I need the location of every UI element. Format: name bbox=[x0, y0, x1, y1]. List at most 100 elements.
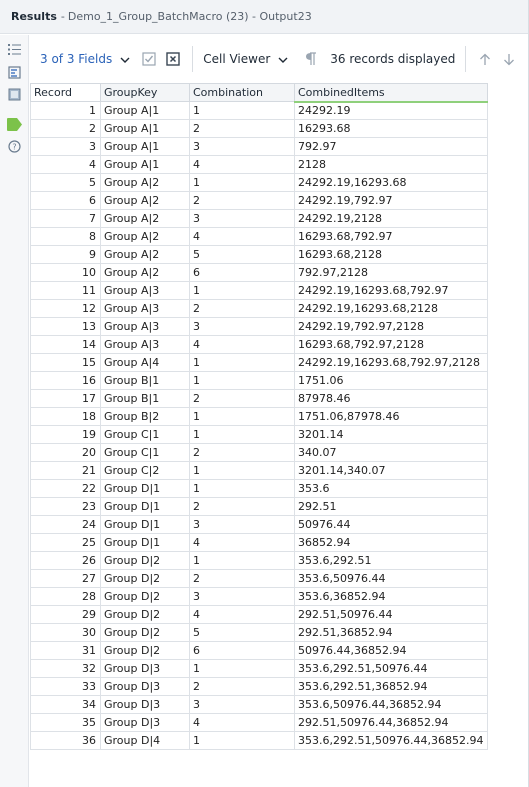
combineditems-cell[interactable]: 24292.19,16293.68,792.97,2128 bbox=[294, 353, 488, 372]
combineditems-cell[interactable]: 353.6,292.51 bbox=[294, 551, 488, 570]
combineditems-cell[interactable]: 87978.46 bbox=[294, 389, 488, 408]
combination-cell[interactable]: 5 bbox=[189, 245, 295, 264]
groupkey-cell[interactable]: Group A|3 bbox=[100, 281, 190, 300]
record-cell[interactable]: 12 bbox=[30, 299, 101, 318]
table-row[interactable]: 3 Group A|1 3 792.97 bbox=[30, 137, 488, 156]
groupkey-cell[interactable]: Group A|1 bbox=[100, 155, 190, 174]
record-cell[interactable]: 5 bbox=[30, 173, 101, 192]
combineditems-cell[interactable]: 24292.19,792.97 bbox=[294, 191, 488, 210]
combineditems-cell[interactable]: 24292.19,16293.68,2128 bbox=[294, 299, 488, 318]
groupkey-cell[interactable]: Group D|2 bbox=[100, 587, 190, 606]
table-row[interactable]: 6 Group A|2 2 24292.19,792.97 bbox=[30, 191, 488, 210]
combination-cell[interactable]: 1 bbox=[189, 101, 295, 120]
table-row[interactable]: 17 Group B|1 2 87978.46 bbox=[30, 389, 488, 408]
record-cell[interactable]: 11 bbox=[30, 281, 101, 300]
column-header-combineditems[interactable]: CombinedItems bbox=[294, 83, 488, 103]
groupkey-cell[interactable]: Group B|2 bbox=[100, 407, 190, 426]
combination-cell[interactable]: 2 bbox=[189, 443, 295, 462]
groupkey-cell[interactable]: Group B|1 bbox=[100, 371, 190, 390]
record-cell[interactable]: 18 bbox=[30, 407, 101, 426]
combination-cell[interactable]: 1 bbox=[189, 551, 295, 570]
combination-cell[interactable]: 2 bbox=[189, 677, 295, 696]
table-row[interactable]: 11 Group A|3 1 24292.19,16293.68,792.97 bbox=[30, 281, 488, 300]
combineditems-cell[interactable]: 292.51,50976.44 bbox=[294, 605, 488, 624]
combineditems-cell[interactable]: 353.6,36852.94 bbox=[294, 587, 488, 606]
groupkey-cell[interactable]: Group C|1 bbox=[100, 443, 190, 462]
groupkey-cell[interactable]: Group A|3 bbox=[100, 299, 190, 318]
table-row[interactable]: 23 Group D|1 2 292.51 bbox=[30, 497, 488, 516]
combineditems-cell[interactable]: 292.51 bbox=[294, 497, 488, 516]
combination-cell[interactable]: 4 bbox=[189, 335, 295, 354]
combineditems-cell[interactable]: 1751.06,87978.46 bbox=[294, 407, 488, 426]
combination-cell[interactable]: 3 bbox=[189, 137, 295, 156]
combineditems-cell[interactable]: 3201.14 bbox=[294, 425, 488, 444]
groupkey-cell[interactable]: Group D|2 bbox=[100, 569, 190, 588]
table-row[interactable]: 4 Group A|1 4 2128 bbox=[30, 155, 488, 174]
combineditems-cell[interactable]: 353.6,292.51,36852.94 bbox=[294, 677, 488, 696]
record-cell[interactable]: 16 bbox=[30, 371, 101, 390]
arrow-down-icon[interactable] bbox=[500, 50, 518, 68]
combineditems-cell[interactable]: 16293.68 bbox=[294, 119, 488, 138]
combination-cell[interactable]: 1 bbox=[189, 479, 295, 498]
groupkey-cell[interactable]: Group D|1 bbox=[100, 497, 190, 516]
combination-cell[interactable]: 1 bbox=[189, 425, 295, 444]
table-row[interactable]: 21 Group C|2 1 3201.14,340.07 bbox=[30, 461, 488, 480]
table-row[interactable]: 2 Group A|1 2 16293.68 bbox=[30, 119, 488, 138]
combination-cell[interactable]: 3 bbox=[189, 317, 295, 336]
combination-cell[interactable]: 3 bbox=[189, 695, 295, 714]
groupkey-cell[interactable]: Group B|1 bbox=[100, 389, 190, 408]
combineditems-cell[interactable]: 24292.19,16293.68 bbox=[294, 173, 488, 192]
table-row[interactable]: 36 Group D|4 1 353.6,292.51,50976.44,36852.… bbox=[30, 731, 488, 750]
record-cell[interactable]: 14 bbox=[30, 335, 101, 354]
combineditems-cell[interactable]: 792.97,2128 bbox=[294, 263, 488, 282]
arrow-up-icon[interactable] bbox=[476, 50, 494, 68]
combination-cell[interactable]: 1 bbox=[189, 173, 295, 192]
combineditems-cell[interactable]: 353.6,50976.44,36852.94 bbox=[294, 695, 488, 714]
combination-cell[interactable]: 4 bbox=[189, 227, 295, 246]
record-cell[interactable]: 32 bbox=[30, 659, 101, 678]
groupkey-cell[interactable]: Group D|1 bbox=[100, 515, 190, 534]
record-cell[interactable]: 29 bbox=[30, 605, 101, 624]
record-cell[interactable]: 21 bbox=[30, 461, 101, 480]
pilcrow-icon[interactable] bbox=[302, 50, 320, 68]
combination-cell[interactable]: 3 bbox=[189, 587, 295, 606]
groupkey-cell[interactable]: Group A|2 bbox=[100, 227, 190, 246]
groupkey-cell[interactable]: Group C|2 bbox=[100, 461, 190, 480]
table-row[interactable]: 8 Group A|2 4 16293.68,792.97 bbox=[30, 227, 488, 246]
record-cell[interactable]: 36 bbox=[30, 731, 101, 750]
combineditems-cell[interactable]: 24292.19,792.97,2128 bbox=[294, 317, 488, 336]
record-cell[interactable]: 3 bbox=[30, 137, 101, 156]
record-cell[interactable]: 25 bbox=[30, 533, 101, 552]
table-row[interactable]: 5 Group A|2 1 24292.19,16293.68 bbox=[30, 173, 488, 192]
groupkey-cell[interactable]: Group A|2 bbox=[100, 245, 190, 264]
record-cell[interactable]: 28 bbox=[30, 587, 101, 606]
combineditems-cell[interactable]: 792.97 bbox=[294, 137, 488, 156]
groupkey-cell[interactable]: Group D|3 bbox=[100, 713, 190, 732]
combineditems-cell[interactable]: 292.51,36852.94 bbox=[294, 623, 488, 642]
combination-cell[interactable]: 1 bbox=[189, 281, 295, 300]
table-row[interactable]: 34 Group D|3 3 353.6,50976.44,36852.94 bbox=[30, 695, 488, 714]
combineditems-cell[interactable]: 3201.14,340.07 bbox=[294, 461, 488, 480]
record-cell[interactable]: 2 bbox=[30, 119, 101, 138]
record-cell[interactable]: 4 bbox=[30, 155, 101, 174]
groupkey-cell[interactable]: Group A|1 bbox=[100, 119, 190, 138]
groupkey-cell[interactable]: Group D|1 bbox=[100, 479, 190, 498]
record-cell[interactable]: 24 bbox=[30, 515, 101, 534]
record-cell[interactable]: 20 bbox=[30, 443, 101, 462]
record-cell[interactable]: 23 bbox=[30, 497, 101, 516]
record-cell[interactable]: 34 bbox=[30, 695, 101, 714]
record-cell[interactable]: 1 bbox=[30, 101, 101, 120]
record-cell[interactable]: 15 bbox=[30, 353, 101, 372]
groupkey-cell[interactable]: Group A|2 bbox=[100, 191, 190, 210]
column-header-record[interactable]: Record bbox=[30, 83, 101, 102]
table-row[interactable]: 22 Group D|1 1 353.6 bbox=[30, 479, 488, 498]
combination-cell[interactable]: 2 bbox=[189, 119, 295, 138]
fields-selector[interactable]: 3 of 3 Fields bbox=[30, 52, 130, 66]
groupkey-cell[interactable]: Group A|1 bbox=[100, 137, 190, 156]
groupkey-cell[interactable]: Group A|2 bbox=[100, 209, 190, 228]
table-row[interactable]: 14 Group A|3 4 16293.68,792.97,2128 bbox=[30, 335, 488, 354]
combineditems-cell[interactable]: 24292.19,16293.68,792.97 bbox=[294, 281, 488, 300]
record-cell[interactable]: 9 bbox=[30, 245, 101, 264]
groupkey-cell[interactable]: Group A|2 bbox=[100, 263, 190, 282]
combineditems-cell[interactable]: 1751.06 bbox=[294, 371, 488, 390]
